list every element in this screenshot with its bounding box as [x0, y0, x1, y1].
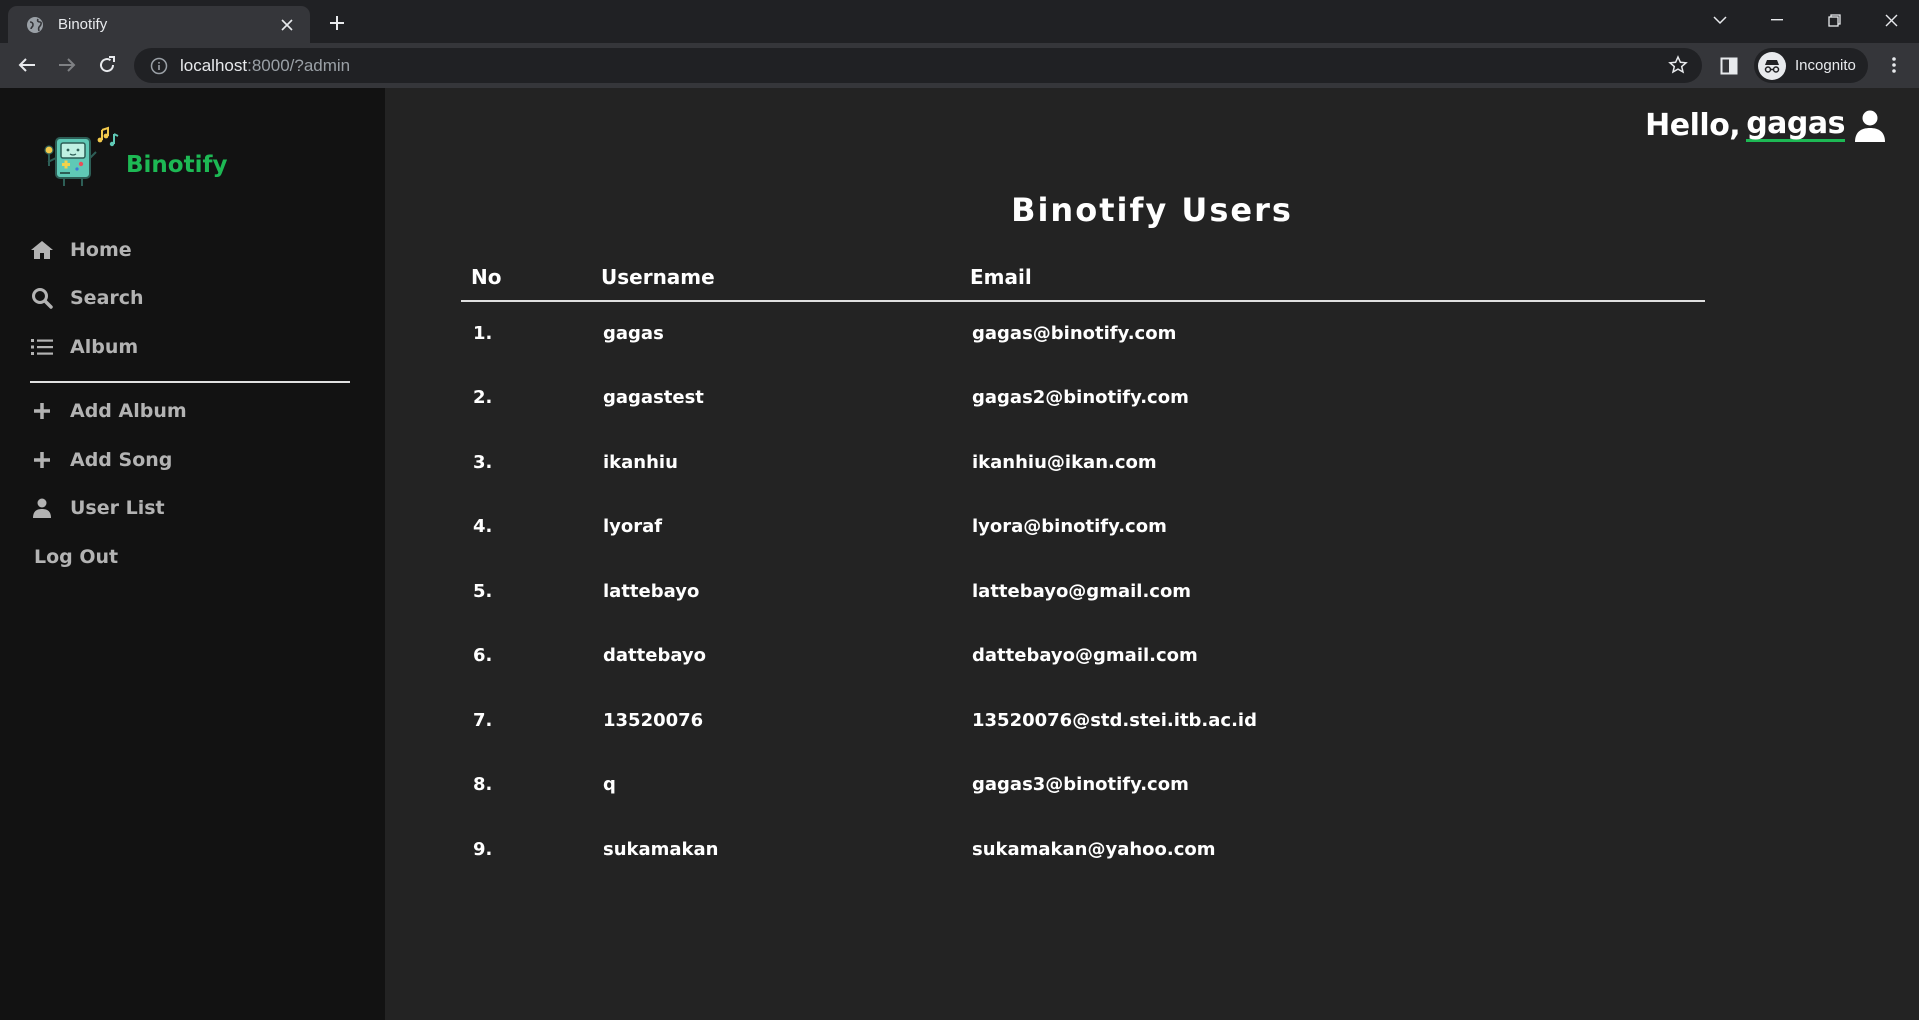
nav-add-song-label: Add Song [70, 449, 173, 471]
home-icon [30, 238, 54, 262]
url-host: localhost [180, 55, 248, 75]
table-row: 9. sukamakan sukamakan@yahoo.com [461, 817, 1705, 882]
page-title: Binotify Users [1011, 191, 1293, 229]
row-no: 7. [473, 709, 493, 731]
brand-name: Binotify [126, 152, 228, 178]
row-username: ikanhiu [603, 451, 678, 473]
brand-logo[interactable]: Binotify [44, 124, 227, 192]
user-greeting: Hello, gagas [1645, 108, 1887, 143]
row-email: sukamakan@yahoo.com [972, 838, 1216, 860]
nav-add-song[interactable]: Add Song [30, 445, 172, 475]
minimize-button[interactable] [1757, 6, 1797, 34]
nav-album-label: Album [70, 336, 139, 358]
reload-icon[interactable] [91, 49, 123, 81]
tab-search-chevron-icon[interactable] [1700, 6, 1740, 34]
plus-icon [30, 399, 54, 423]
main-content: Hello, gagas Binotify Users No Username … [385, 88, 1919, 1020]
table-header-row: No Username Email [461, 264, 1705, 302]
nav-search[interactable]: Search [30, 283, 144, 313]
row-email: lyora@binotify.com [972, 516, 1167, 538]
row-email: gagas3@binotify.com [972, 774, 1189, 796]
close-tab-icon[interactable] [276, 14, 298, 36]
row-email: gagas2@binotify.com [972, 387, 1189, 409]
nav-home[interactable]: Home [30, 235, 132, 265]
row-username: lyoraf [603, 516, 663, 538]
username-link[interactable]: gagas [1746, 109, 1845, 142]
column-header-username: Username [591, 264, 960, 302]
nav-user-list-label: User List [70, 497, 165, 519]
list-icon [30, 335, 54, 359]
column-header-email: Email [960, 264, 1705, 302]
row-username: dattebayo [603, 645, 707, 667]
url-text: localhost:8000/?admin [180, 56, 350, 76]
table-row: 4. lyoraf lyora@binotify.com [461, 495, 1705, 560]
globe-icon [26, 16, 44, 34]
browser-toolbar: localhost:8000/?admin Incognito [0, 43, 1919, 88]
sidebar-divider [30, 381, 350, 383]
nav-album[interactable]: Album [30, 332, 138, 362]
address-bar[interactable]: localhost:8000/?admin [134, 48, 1702, 83]
user-icon[interactable] [1855, 110, 1887, 142]
table-row: 3. ikanhiu ikanhiu@ikan.com [461, 430, 1705, 495]
table-row: 6. dattebayo dattebayo@gmail.com [461, 624, 1705, 689]
row-email: gagas@binotify.com [972, 323, 1177, 345]
side-panel-icon[interactable] [1715, 52, 1743, 80]
row-username: q [603, 774, 616, 796]
table-row: 2. gagastest gagas2@binotify.com [461, 366, 1705, 431]
incognito-profile-button[interactable]: Incognito [1754, 48, 1868, 83]
restore-button[interactable] [1814, 6, 1854, 34]
row-no: 4. [473, 516, 493, 538]
incognito-icon [1758, 51, 1786, 80]
row-username: 13520076 [603, 709, 704, 731]
url-path: :8000/?admin [247, 55, 351, 75]
bookmark-star-icon[interactable] [1668, 55, 1690, 77]
nav-home-label: Home [70, 239, 132, 261]
row-username: lattebayo [603, 580, 700, 602]
row-email: dattebayo@gmail.com [972, 645, 1198, 667]
row-username: sukamakan [603, 838, 719, 860]
sidebar: Binotify Home Search Album Add Album Add… [0, 88, 385, 1020]
bmo-logo-icon [44, 126, 119, 186]
users-table: No Username Email 1. gagas gagas@binotify.… [461, 264, 1705, 882]
table-row: 1. gagas gagas@binotify.com [461, 301, 1705, 366]
row-no: 2. [473, 387, 493, 409]
nav-add-album-label: Add Album [70, 400, 187, 422]
column-header-no: No [461, 264, 591, 302]
info-icon[interactable] [150, 57, 168, 75]
greeting-text: Hello, [1645, 108, 1741, 143]
forward-arrow-icon[interactable] [51, 49, 83, 81]
table-row: 8. q gagas3@binotify.com [461, 753, 1705, 818]
tab-title: Binotify [58, 16, 108, 33]
new-tab-button[interactable] [322, 8, 352, 38]
row-no: 9. [473, 838, 493, 860]
search-icon [30, 286, 54, 310]
table-row: 7. 13520076 13520076@std.stei.itb.ac.id [461, 688, 1705, 753]
row-email: 13520076@std.stei.itb.ac.id [972, 709, 1257, 731]
kebab-menu-icon[interactable] [1880, 51, 1908, 79]
browser-tab-strip: Binotify [0, 0, 1919, 43]
logout-label: Log Out [34, 546, 119, 568]
incognito-label: Incognito [1795, 57, 1856, 74]
row-no: 3. [473, 451, 493, 473]
plus-icon [30, 448, 54, 472]
row-no: 6. [473, 645, 493, 667]
row-username: gagastest [603, 387, 704, 409]
row-email: ikanhiu@ikan.com [972, 451, 1157, 473]
row-email: lattebayo@gmail.com [972, 580, 1192, 602]
row-username: gagas [603, 323, 664, 345]
back-arrow-icon[interactable] [11, 49, 43, 81]
browser-tab[interactable]: Binotify [8, 6, 310, 43]
row-no: 8. [473, 774, 493, 796]
row-no: 1. [473, 323, 493, 345]
row-no: 5. [473, 580, 493, 602]
nav-add-album[interactable]: Add Album [30, 396, 187, 426]
nav-user-list[interactable]: User List [30, 493, 165, 523]
table-row: 5. lattebayo lattebayo@gmail.com [461, 559, 1705, 624]
close-window-button[interactable] [1871, 6, 1911, 34]
user-icon [30, 496, 54, 520]
nav-search-label: Search [70, 287, 144, 309]
logout-link[interactable]: Log Out [34, 542, 118, 572]
